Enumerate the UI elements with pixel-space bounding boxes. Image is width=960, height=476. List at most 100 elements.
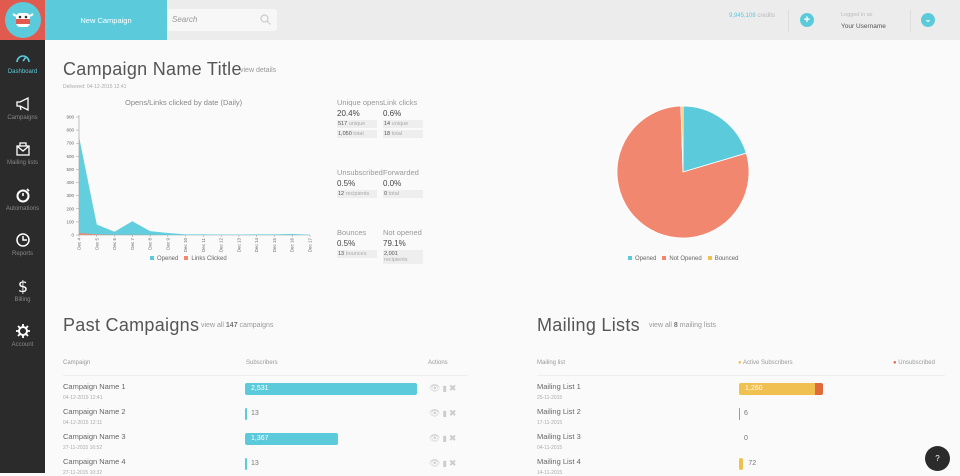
mailing-list-name[interactable]: Mailing List 1 <box>537 382 581 391</box>
campaign-row[interactable]: Campaign Name 4 27-11-2015 10:32 <box>63 457 126 476</box>
x-tick-label: Dec 13 <box>236 238 241 253</box>
campaign-name[interactable]: Campaign Name 1 <box>63 382 126 391</box>
mailing-list-name[interactable]: Mailing List 2 <box>537 407 581 416</box>
view-eye-icon[interactable]: 👁 <box>429 433 442 443</box>
sidebar-item-reports[interactable]: Reports <box>0 222 45 268</box>
col-actions: Actions <box>428 360 448 366</box>
stat-detail: 1,050 total <box>337 130 377 138</box>
view-eye-icon[interactable]: 👁 <box>429 408 442 418</box>
credits-display: 9,945,108 credits <box>729 13 776 19</box>
view-eye-icon[interactable]: 👁 <box>429 458 442 468</box>
megaphone-icon <box>15 96 29 111</box>
campaign-date: 04-12-2015 12:11 <box>63 420 103 426</box>
mailing-list-row[interactable]: Mailing List 1 25-11-2015 <box>537 382 581 401</box>
stat-label: Link clicks <box>383 98 418 107</box>
campaign-row[interactable]: Campaign Name 1 04-12-2015 12:41 <box>63 382 126 401</box>
mailing-lists-title: Mailing Lists <box>537 315 640 335</box>
campaign-name[interactable]: Campaign Name 2 <box>63 407 126 416</box>
stat-not-opened: Not opened 79.1% 2,001 recipients <box>383 228 465 264</box>
active-value: 6 <box>744 410 748 417</box>
delete-x-icon[interactable]: ✖ <box>449 408 459 418</box>
mailing-list-row[interactable]: Mailing List 3 04-11-2015 <box>537 432 581 451</box>
new-campaign-button[interactable]: New Campaign <box>45 0 167 40</box>
col-mailing-list: Mailing list <box>537 360 566 366</box>
x-tick-label: Dec 8 <box>148 238 153 250</box>
delete-x-icon[interactable]: ✖ <box>449 383 459 393</box>
y-tick-label: 600 <box>66 154 74 159</box>
mailing-list-name[interactable]: Mailing List 3 <box>537 432 581 441</box>
x-tick-label: Dec 6 <box>112 238 117 250</box>
legend-links-clicked: Links Clicked <box>184 256 227 262</box>
col-campaign: Campaign <box>63 360 91 366</box>
delete-x-icon[interactable]: ✖ <box>449 458 459 468</box>
subscribers-value: 2,531 <box>251 385 269 392</box>
sidebar-item-automations[interactable]: Automations <box>0 177 45 223</box>
active-subscribers-bar: 1,260 <box>739 383 815 395</box>
x-tick-label: Dec 12 <box>219 238 224 253</box>
x-tick-label: Dec 16 <box>290 238 295 253</box>
sidebar-item-mailing-lists[interactable]: Mailing lists <box>0 131 45 177</box>
campaign-date: 27-11-2015 16:52 <box>63 445 103 451</box>
active-value: 1,260 <box>745 385 763 392</box>
mailing-list-name[interactable]: Mailing List 4 <box>537 457 581 466</box>
x-tick-label: Dec 7 <box>130 238 135 250</box>
mailing-list-row[interactable]: Mailing List 2 17-11-2015 <box>537 407 581 426</box>
stat-label: Not opened <box>383 228 422 237</box>
subscribers-value: 13 <box>251 460 259 467</box>
view-all-campaigns-link[interactable]: view all 147 campaigns <box>201 322 273 329</box>
legend-bounced: Bounced <box>707 256 738 262</box>
sidebar-item-dashboard[interactable]: Dashboard <box>0 40 45 86</box>
legend-opened: Opened <box>628 256 656 262</box>
stat-forwarded: Forwarded 0.0% 0 total <box>383 168 465 198</box>
dollar-icon: $ <box>17 278 27 294</box>
campaign-row[interactable]: Campaign Name 3 27-11-2015 16:52 <box>63 432 126 451</box>
search-input[interactable]: Search <box>167 9 277 31</box>
active-value: 72 <box>748 460 757 467</box>
search-icon[interactable] <box>260 14 271 25</box>
pie-chart <box>616 105 750 239</box>
stat-detail: 18 total <box>383 130 423 138</box>
opens-area-chart: 0 100 200 300 400 500 600 700 800 900 Dec 4 Dec 5 De… <box>66 115 312 253</box>
sidebar-item-campaigns[interactable]: Campaigns <box>0 86 45 132</box>
logged-in-label: Logged in as <box>841 12 873 18</box>
page-title: Campaign Name Title <box>63 59 242 79</box>
sidebar: Dashboard Campaigns Mailing lists Automatio… <box>0 0 45 473</box>
stat-link-clicks: Link clicks 0.6% 14 unique 18 total <box>383 98 465 138</box>
campaign-name[interactable]: Campaign Name 3 <box>63 432 126 441</box>
sidebar-item-billing[interactable]: $ Billing <box>0 268 45 314</box>
view-eye-icon[interactable]: 👁 <box>429 383 442 393</box>
view-details-link[interactable]: view details <box>240 67 276 74</box>
pie-legend: Opened Not Opened Bounced <box>628 256 738 262</box>
stat-detail: 0 total <box>383 190 423 198</box>
view-all-lists-link[interactable]: view all 8 mailing lists <box>649 322 716 329</box>
logo[interactable] <box>0 0 45 40</box>
x-tick-label: Dec 5 <box>94 238 99 250</box>
help-button[interactable]: ? <box>925 446 950 471</box>
timer-icon <box>16 188 30 203</box>
mailing-list-row[interactable]: Mailing List 4 14-11-2015 <box>537 457 581 476</box>
stat-detail: 13 bounces <box>337 250 377 258</box>
user-menu-chevron-icon[interactable]: ⌄ <box>921 13 935 27</box>
delete-x-icon[interactable]: ✖ <box>449 433 459 443</box>
search-placeholder: Search <box>172 15 198 24</box>
area-legend: Opened Links Clicked <box>150 256 227 262</box>
y-tick-label: 400 <box>66 180 74 185</box>
svg-text:$: $ <box>17 278 27 294</box>
top-bar: New Campaign Search 9,945,108 credits + … <box>45 0 960 40</box>
stat-detail: 2,001 recipients <box>383 250 423 264</box>
sidebar-item-account[interactable]: Account <box>0 313 45 359</box>
stat-detail: 14 unique <box>383 120 423 128</box>
y-tick-label: 900 <box>66 115 74 120</box>
x-tick-label: Dec 14 <box>254 238 259 253</box>
y-tick-label: 300 <box>66 193 74 198</box>
gear-icon <box>15 324 30 339</box>
sidebar-item-label: Billing <box>14 296 31 303</box>
legend-not-opened: Not Opened <box>662 256 702 262</box>
y-tick-label: 500 <box>66 167 74 172</box>
stat-label: Forwarded <box>383 168 419 177</box>
campaign-name[interactable]: Campaign Name 4 <box>63 457 126 466</box>
add-credits-button[interactable]: + <box>800 13 814 27</box>
campaign-row[interactable]: Campaign Name 2 04-12-2015 12:11 <box>63 407 126 426</box>
mailing-list-date: 14-11-2015 <box>537 470 563 476</box>
delivered-date: Delivered: 04-12-2015 12:41 <box>63 84 127 90</box>
